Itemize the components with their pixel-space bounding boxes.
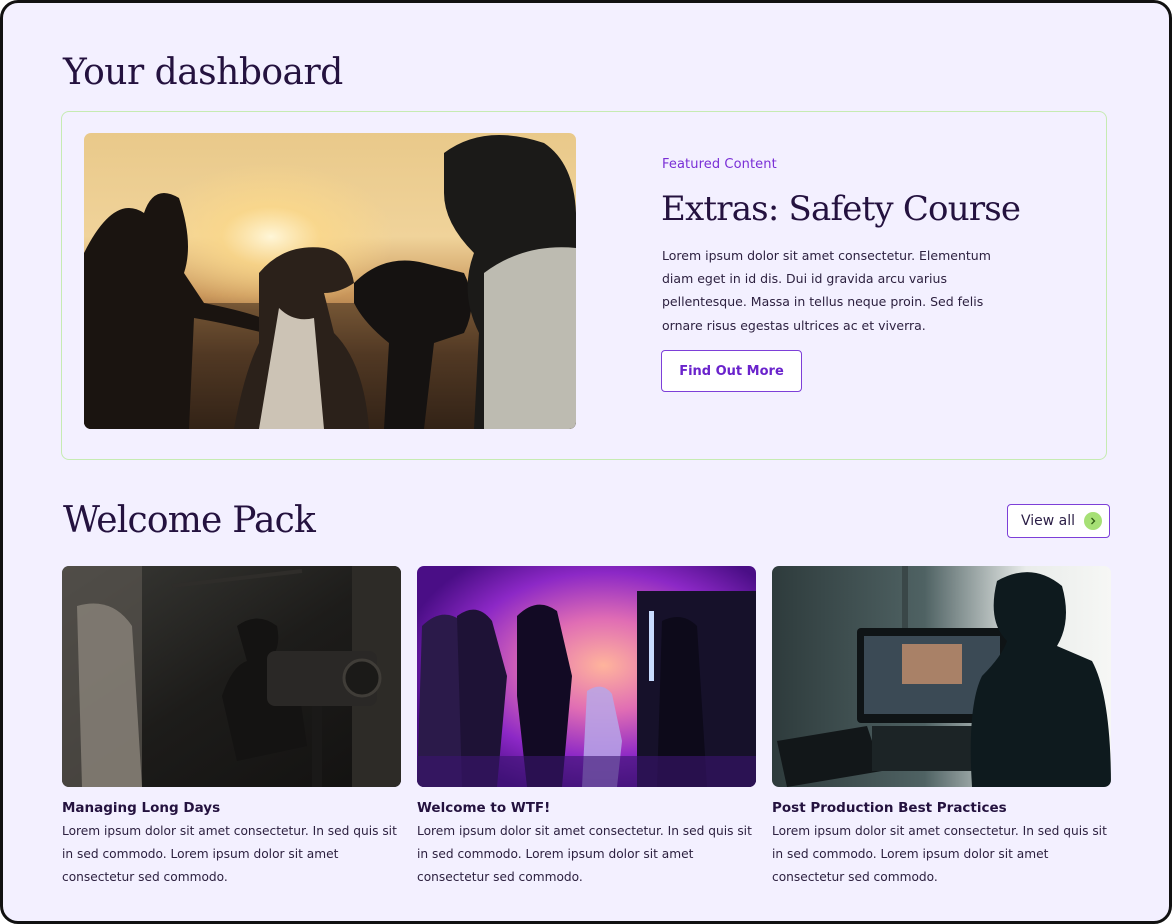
neon-film-set-photo bbox=[417, 566, 756, 787]
welcome-card[interactable]: Welcome to WTF! Lorem ipsum dolor sit am… bbox=[417, 566, 756, 890]
camera-operator-photo bbox=[62, 566, 401, 787]
welcome-card[interactable]: Post Production Best Practices Lorem ips… bbox=[772, 566, 1111, 890]
featured-content-card: Featured Content Extras: Safety Course L… bbox=[61, 111, 1107, 460]
featured-title: Extras: Safety Course bbox=[661, 189, 1021, 229]
chevron-right-icon bbox=[1084, 512, 1102, 530]
film-crew-sunset-photo bbox=[84, 133, 576, 429]
featured-description: Lorem ipsum dolor sit amet consectetur. … bbox=[662, 248, 991, 333]
welcome-card[interactable]: Managing Long Days Lorem ipsum dolor sit… bbox=[62, 566, 401, 890]
card-description: Lorem ipsum dolor sit amet consectetur. … bbox=[417, 824, 752, 885]
card-title: Managing Long Days bbox=[62, 800, 221, 816]
card-title: Welcome to WTF! bbox=[417, 800, 551, 816]
view-all-button[interactable]: View all bbox=[1007, 504, 1110, 538]
featured-image bbox=[84, 133, 576, 429]
card-image bbox=[62, 566, 401, 787]
editing-suite-photo bbox=[772, 566, 1111, 787]
card-description: Lorem ipsum dolor sit amet consectetur. … bbox=[62, 824, 397, 885]
card-image bbox=[772, 566, 1111, 787]
card-image bbox=[417, 566, 756, 787]
welcome-pack-title: Welcome Pack bbox=[63, 500, 316, 541]
dashboard-page: Your dashboard Featured Content Extras: … bbox=[0, 0, 1172, 924]
page-title: Your dashboard bbox=[63, 52, 343, 93]
featured-eyebrow: Featured Content bbox=[662, 157, 777, 172]
card-description: Lorem ipsum dolor sit amet consectetur. … bbox=[772, 824, 1107, 885]
find-out-more-button[interactable]: Find Out More bbox=[661, 350, 802, 392]
card-title: Post Production Best Practices bbox=[772, 800, 1007, 816]
view-all-label: View all bbox=[1021, 513, 1076, 529]
